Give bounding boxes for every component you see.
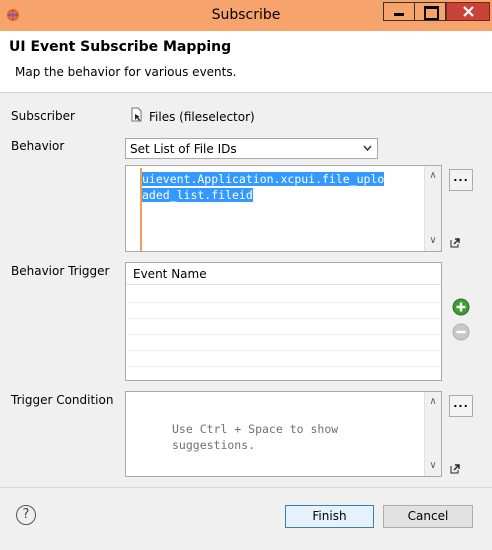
trigger-condition-editor[interactable]: Use Ctrl + Space to show suggestions. ∧ … — [125, 391, 442, 477]
table-row[interactable] — [127, 334, 439, 335]
behavior-selected-value: Set List of File IDs — [130, 142, 237, 156]
table-row[interactable] — [127, 318, 439, 319]
behavior-dropdown[interactable]: Set List of File IDs — [125, 138, 378, 159]
expression-line-2: aded_list.fileid — [142, 188, 253, 202]
expression-line-1: uievent.Application.xcpui.file_uplo — [142, 172, 385, 186]
condition-hint-line-2: suggestions. — [172, 438, 256, 452]
condition-scrollbar[interactable]: ∧ ∨ — [424, 392, 441, 476]
maximize-icon — [424, 6, 439, 20]
open-external-icon[interactable] — [450, 464, 460, 474]
open-external-icon[interactable] — [450, 238, 460, 248]
scroll-down-icon[interactable]: ∨ — [425, 458, 441, 474]
behavior-label: Behavior — [11, 139, 65, 153]
minimize-icon — [394, 13, 404, 16]
maximize-button[interactable] — [414, 2, 446, 21]
subscriber-label: Subscriber — [11, 109, 75, 123]
close-icon — [463, 6, 474, 17]
trigger-condition-label: Trigger Condition — [11, 393, 114, 407]
behavior-more-button[interactable]: ... — [449, 169, 473, 191]
header-subtitle: Map the behavior for various events. — [15, 65, 237, 79]
table-row[interactable] — [127, 366, 439, 367]
scroll-up-icon[interactable]: ∧ — [425, 394, 441, 410]
event-table-header[interactable]: Event Name — [126, 263, 441, 285]
behavior-trigger-label: Behavior Trigger — [11, 264, 110, 278]
event-table[interactable]: Event Name — [125, 262, 442, 381]
condition-more-button[interactable]: ... — [449, 395, 473, 417]
chevron-down-icon — [363, 145, 372, 152]
footer-divider — [0, 487, 492, 488]
event-name-column-header[interactable]: Event Name — [133, 267, 207, 281]
table-row[interactable] — [127, 302, 439, 303]
finish-button[interactable]: Finish — [285, 505, 374, 528]
cancel-button[interactable]: Cancel — [383, 505, 473, 528]
table-row[interactable] — [127, 350, 439, 351]
expression-scrollbar[interactable]: ∧ ∨ — [424, 166, 441, 251]
scroll-up-icon[interactable]: ∧ — [425, 168, 441, 184]
condition-hint-line-1: Use Ctrl + Space to show — [172, 422, 339, 436]
remove-icon[interactable] — [452, 323, 470, 341]
subscriber-value: Files (fileselector) — [149, 110, 255, 124]
close-button[interactable] — [446, 2, 490, 21]
behavior-expression-editor[interactable]: uievent.Application.xcpui.file_uplo aded… — [125, 165, 442, 252]
header-title: UI Event Subscribe Mapping — [9, 39, 232, 55]
file-selector-icon — [131, 107, 142, 122]
add-icon[interactable] — [452, 298, 470, 316]
help-icon[interactable]: ? — [16, 505, 36, 525]
minimize-button[interactable] — [383, 2, 415, 21]
scroll-down-icon[interactable]: ∨ — [425, 233, 441, 249]
